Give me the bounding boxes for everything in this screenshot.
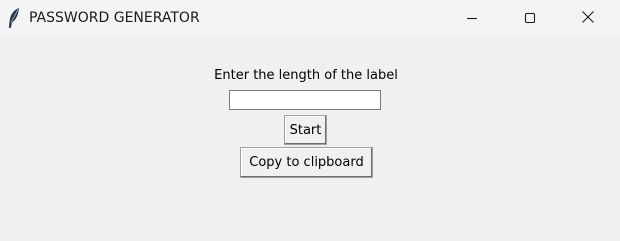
minimize-icon: [466, 9, 478, 28]
maximize-button[interactable]: [501, 0, 559, 36]
title-bar[interactable]: PASSWORD GENERATOR: [0, 0, 620, 36]
length-prompt-label: Enter the length of the label: [214, 68, 398, 83]
copy-to-clipboard-button[interactable]: Copy to clipboard: [240, 147, 373, 178]
start-button[interactable]: Start: [284, 115, 327, 145]
length-input[interactable]: [229, 90, 381, 110]
maximize-icon: [524, 9, 536, 28]
feather-icon: [7, 7, 21, 29]
main-content: Enter the length of the label Start Copy…: [0, 36, 620, 241]
close-icon: [581, 9, 595, 28]
minimize-button[interactable]: [443, 0, 501, 36]
app-window: PASSWORD GENERATOR Enter the length of t…: [0, 0, 620, 241]
close-button[interactable]: [559, 0, 617, 36]
window-title: PASSWORD GENERATOR: [29, 10, 200, 26]
